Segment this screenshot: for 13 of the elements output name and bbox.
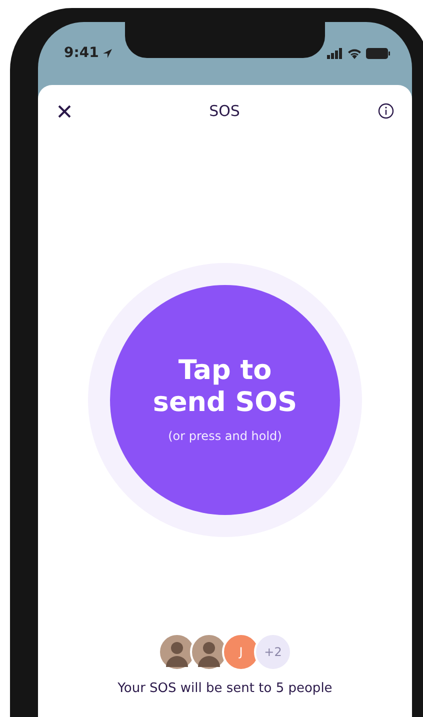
sos-button[interactable]: Tap to send SOS (or press and hold) — [110, 285, 340, 515]
location-arrow-icon — [102, 49, 112, 58]
more-contacts-count: +2 — [254, 633, 292, 671]
status-time: 9:41 — [64, 44, 99, 63]
screen-title: SOS — [209, 100, 240, 122]
close-button[interactable] — [58, 104, 71, 118]
info-icon — [378, 103, 394, 119]
signal-icon — [327, 48, 343, 59]
wifi-icon — [347, 48, 362, 59]
close-icon — [58, 104, 71, 118]
recipients-text: Your SOS will be sent to 5 people — [118, 680, 332, 698]
battery-icon — [366, 48, 390, 59]
info-button[interactable] — [378, 103, 394, 119]
